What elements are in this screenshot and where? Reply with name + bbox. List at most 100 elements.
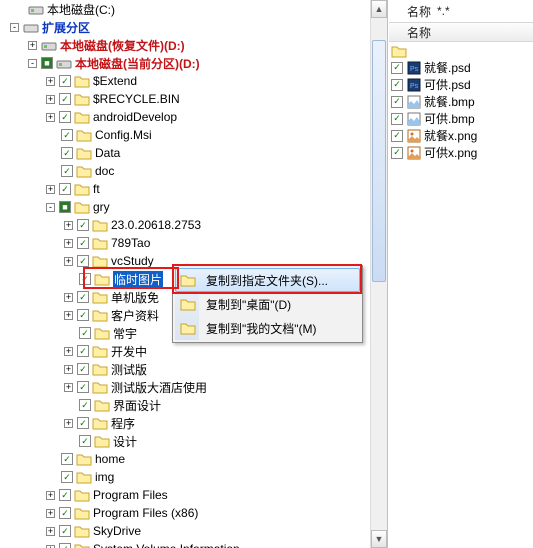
checkbox[interactable]: ✓: [391, 130, 403, 142]
expand-toggle[interactable]: +: [64, 293, 73, 302]
menu-copy-to-desktop[interactable]: 复制到"桌面"(D): [175, 292, 360, 316]
checkbox[interactable]: ✓: [59, 525, 71, 537]
tree-item[interactable]: + ✓ Program Files (x86): [0, 504, 387, 522]
expand-toggle[interactable]: +: [46, 77, 55, 86]
expand-toggle[interactable]: +: [46, 491, 55, 500]
checkbox[interactable]: ✓: [77, 255, 89, 267]
expand-toggle[interactable]: +: [46, 113, 55, 122]
tree-item[interactable]: ✓界面设计: [0, 396, 387, 414]
checkbox[interactable]: ✓: [391, 79, 403, 91]
file-row[interactable]: ✓就餐.bmp: [389, 93, 533, 110]
tree-item[interactable]: ✓home: [0, 450, 387, 468]
expand-toggle[interactable]: +: [64, 239, 73, 248]
checkbox[interactable]: ✓: [77, 417, 89, 429]
checkbox[interactable]: ✓: [391, 96, 403, 108]
expand-toggle[interactable]: -: [46, 203, 55, 212]
tree-item[interactable]: +✓程序: [0, 414, 387, 432]
parent-folder-row[interactable]: [389, 42, 533, 59]
checkbox[interactable]: ✓: [79, 435, 91, 447]
tree-item[interactable]: +✓测试版大酒店使用: [0, 378, 387, 396]
file-row[interactable]: ✓Ps就餐.psd: [389, 59, 533, 76]
checkbox[interactable]: ■: [41, 57, 53, 69]
expand-toggle[interactable]: +: [46, 95, 55, 104]
tree-item[interactable]: +✓Program Files: [0, 486, 387, 504]
tree-label: 客户资料: [111, 307, 159, 324]
checkbox[interactable]: ✓: [59, 543, 71, 548]
tree-item[interactable]: +✓androidDevelop: [0, 108, 387, 126]
tree-item[interactable]: +✓测试版: [0, 360, 387, 378]
tree-item-current-d[interactable]: - ■ 本地磁盘(当前分区)(D:): [0, 54, 387, 72]
checkbox[interactable]: ✓: [61, 147, 73, 159]
checkbox[interactable]: ✓: [61, 471, 73, 483]
checkbox[interactable]: ✓: [77, 291, 89, 303]
menu-copy-to-folder[interactable]: 复制到指定文件夹(S)...: [175, 268, 360, 292]
tree-label: 扩展分区: [42, 19, 90, 36]
expand-toggle[interactable]: -: [28, 59, 37, 68]
tree-item[interactable]: +✓$RECYCLE.BIN: [0, 90, 387, 108]
file-icon: [406, 95, 422, 109]
expand-toggle[interactable]: +: [64, 257, 73, 266]
file-row[interactable]: ✓可供.bmp: [389, 110, 533, 127]
checkbox[interactable]: ✓: [391, 147, 403, 159]
expand-toggle[interactable]: +: [46, 545, 55, 548]
checkbox[interactable]: ✓: [59, 183, 71, 195]
checkbox[interactable]: ✓: [59, 489, 71, 501]
checkbox[interactable]: ✓: [59, 507, 71, 519]
tree-item[interactable]: ✓img: [0, 468, 387, 486]
folder-icon: [92, 218, 108, 232]
expand-toggle[interactable]: +: [64, 347, 73, 356]
checkbox[interactable]: ✓: [61, 129, 73, 141]
tree-item[interactable]: +✓System Volume Information: [0, 540, 387, 548]
expand-toggle[interactable]: +: [64, 365, 73, 374]
checkbox[interactable]: ✓: [77, 237, 89, 249]
column-header-name[interactable]: 名称: [389, 22, 533, 42]
checkbox[interactable]: ✓: [59, 111, 71, 123]
expand-toggle[interactable]: +: [64, 383, 73, 392]
tree-item-drive-c[interactable]: 本地磁盘(C:): [0, 0, 387, 18]
file-row[interactable]: ✓Ps可供.psd: [389, 76, 533, 93]
checkbox[interactable]: ■: [59, 201, 71, 213]
expand-toggle[interactable]: +: [46, 527, 55, 536]
checkbox[interactable]: ✓: [61, 165, 73, 177]
tree-item[interactable]: +✓开发中: [0, 342, 387, 360]
checkbox[interactable]: ✓: [61, 453, 73, 465]
toggle-spacer: [64, 401, 75, 410]
checkbox[interactable]: ✓: [391, 62, 403, 74]
expand-toggle[interactable]: +: [28, 41, 37, 50]
expand-toggle[interactable]: +: [46, 185, 55, 194]
checkbox[interactable]: ✓: [79, 399, 91, 411]
tree-item-recover-d[interactable]: + 本地磁盘(恢复文件)(D:): [0, 36, 387, 54]
file-name: 可供.psd: [424, 76, 471, 93]
checkbox[interactable]: ✓: [391, 113, 403, 125]
tree-item[interactable]: ✓设计: [0, 432, 387, 450]
tree-item[interactable]: ✓Data: [0, 144, 387, 162]
expand-toggle[interactable]: +: [64, 419, 73, 428]
checkbox[interactable]: ✓: [79, 273, 91, 285]
checkbox[interactable]: ✓: [59, 75, 71, 87]
expand-toggle[interactable]: +: [64, 221, 73, 230]
expand-toggle[interactable]: +: [46, 509, 55, 518]
tree-item[interactable]: +✓$Extend: [0, 72, 387, 90]
checkbox[interactable]: ✓: [77, 381, 89, 393]
menu-copy-to-mydocs[interactable]: 复制到"我的文档"(M): [175, 316, 360, 340]
tree-item[interactable]: +✓ft: [0, 180, 387, 198]
tree-item[interactable]: ✓doc: [0, 162, 387, 180]
tree-item-ext[interactable]: - 扩展分区: [0, 18, 387, 36]
checkbox[interactable]: ✓: [77, 345, 89, 357]
tree-item[interactable]: +✓789Tao: [0, 234, 387, 252]
tree-item[interactable]: +✓23.0.20618.2753: [0, 216, 387, 234]
tree-item[interactable]: +✓SkyDrive: [0, 522, 387, 540]
tree-item[interactable]: -■gry: [0, 198, 387, 216]
checkbox[interactable]: ✓: [77, 363, 89, 375]
tree-item[interactable]: ✓Config.Msi: [0, 126, 387, 144]
expand-toggle[interactable]: -: [10, 23, 19, 32]
tree-label: Program Files (x86): [93, 506, 198, 520]
expand-toggle[interactable]: +: [64, 311, 73, 320]
checkbox[interactable]: ✓: [79, 327, 91, 339]
checkbox[interactable]: ✓: [59, 93, 71, 105]
file-row[interactable]: ✓就餐x.png: [389, 127, 533, 144]
checkbox[interactable]: ✓: [77, 309, 89, 321]
partition-icon: [23, 20, 39, 34]
checkbox[interactable]: ✓: [77, 219, 89, 231]
file-row[interactable]: ✓可供x.png: [389, 144, 533, 161]
